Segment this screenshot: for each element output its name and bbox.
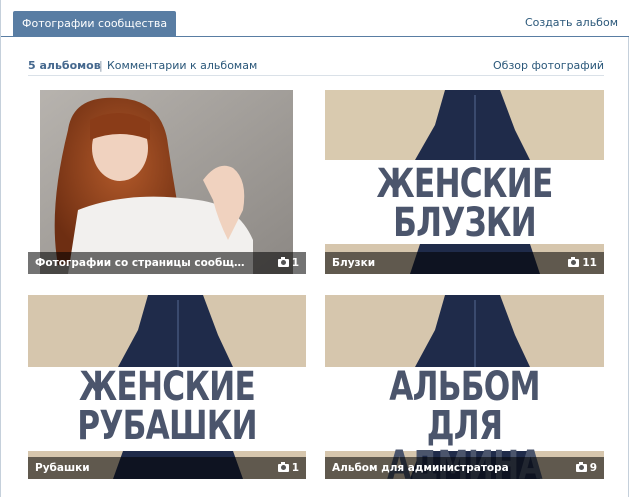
page-frame: Фотографии сообщества Создать альбом 5 а… (0, 0, 629, 497)
album-photo-count: 11 (568, 252, 597, 274)
banner-line-2: РУБАШКИ (77, 403, 257, 449)
album-photo-count: 1 (277, 252, 299, 274)
camera-icon (277, 257, 289, 267)
album-title: Фотографии со страницы сообще... (35, 257, 245, 269)
album-title: Блузки (332, 257, 376, 269)
photo-overview-link[interactable]: Обзор фотографий (493, 59, 604, 72)
album-caption: Альбом для администратора 9 (325, 457, 604, 479)
album-tile-admin[interactable]: АЛЬБОМ ДЛЯ АДМИНА Альбом для администрат… (325, 295, 604, 479)
albums-summary-bar: 5 альбомов | Комментарии к альбомам Обзо… (28, 58, 604, 76)
album-title: Альбом для администратора (332, 462, 509, 474)
album-photo-count: 1 (277, 457, 299, 479)
albums-count-link[interactable]: 5 альбомов (28, 59, 101, 72)
album-tile-shirts[interactable]: ЖЕНСКИЕ РУБАШКИ Рубашки 1 (28, 295, 306, 479)
album-title: Рубашки (35, 462, 90, 474)
banner-line-1: ЖЕНСКИЕ (79, 364, 256, 410)
banner-line-1: АЛЬБОМ (389, 364, 540, 410)
create-album-link[interactable]: Создать альбом (525, 16, 618, 29)
album-photo-count: 9 (575, 457, 597, 479)
banner-line-2: БЛУЗКИ (393, 200, 537, 246)
summary-separator: | (99, 59, 103, 72)
banner-line-1: ЖЕНСКИЕ (376, 161, 554, 207)
album-tile-blouses[interactable]: ЖЕНСКИЕ БЛУЗКИ Блузки 11 (325, 90, 604, 274)
album-tile-community-photos[interactable]: Фотографии со страницы сообще... 1 (28, 90, 306, 274)
album-caption: Рубашки 1 (28, 457, 306, 479)
album-caption: Блузки 11 (325, 252, 604, 274)
camera-icon (575, 462, 587, 472)
album-cover-photo (28, 90, 306, 274)
tab-bar: Фотографии сообщества Создать альбом (1, 0, 629, 37)
camera-icon (568, 257, 580, 267)
tab-community-photos[interactable]: Фотографии сообщества (13, 11, 177, 37)
camera-icon (277, 462, 289, 472)
album-caption: Фотографии со страницы сообще... 1 (28, 252, 306, 274)
album-comments-link[interactable]: Комментарии к альбомам (107, 59, 257, 72)
